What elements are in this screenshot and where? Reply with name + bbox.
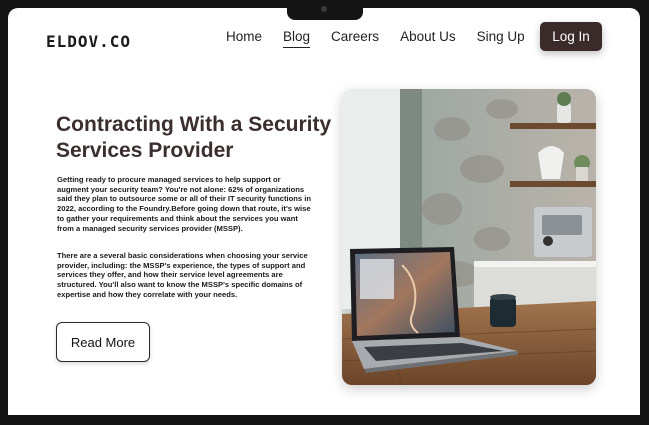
site-logo[interactable]: ELDOV.CO — [46, 32, 131, 51]
nav-blog[interactable]: Blog — [283, 29, 311, 48]
camera-notch — [287, 0, 363, 20]
read-more-button[interactable]: Read More — [56, 322, 150, 362]
main-nav: Home Blog Careers About Us Sing Up — [226, 29, 546, 48]
login-button[interactable]: Log In — [540, 22, 602, 51]
device-frame: ELDOV.CO Home Blog Careers About Us Sing… — [0, 0, 649, 425]
considerations-paragraph: There are a several basic considerations… — [57, 251, 308, 299]
nav-home[interactable]: Home — [226, 29, 262, 48]
nav-careers[interactable]: Careers — [331, 29, 379, 48]
hero-photo-laptop-desk — [342, 89, 596, 385]
nav-about-us[interactable]: About Us — [400, 29, 456, 48]
page-title: Contracting With a Security Services Pro… — [56, 113, 332, 162]
intro-paragraph: Getting ready to procure managed service… — [57, 175, 312, 233]
browser-viewport: ELDOV.CO Home Blog Careers About Us Sing… — [8, 8, 640, 415]
nav-sign-up[interactable]: Sing Up — [477, 29, 525, 48]
camera-icon — [321, 6, 327, 12]
